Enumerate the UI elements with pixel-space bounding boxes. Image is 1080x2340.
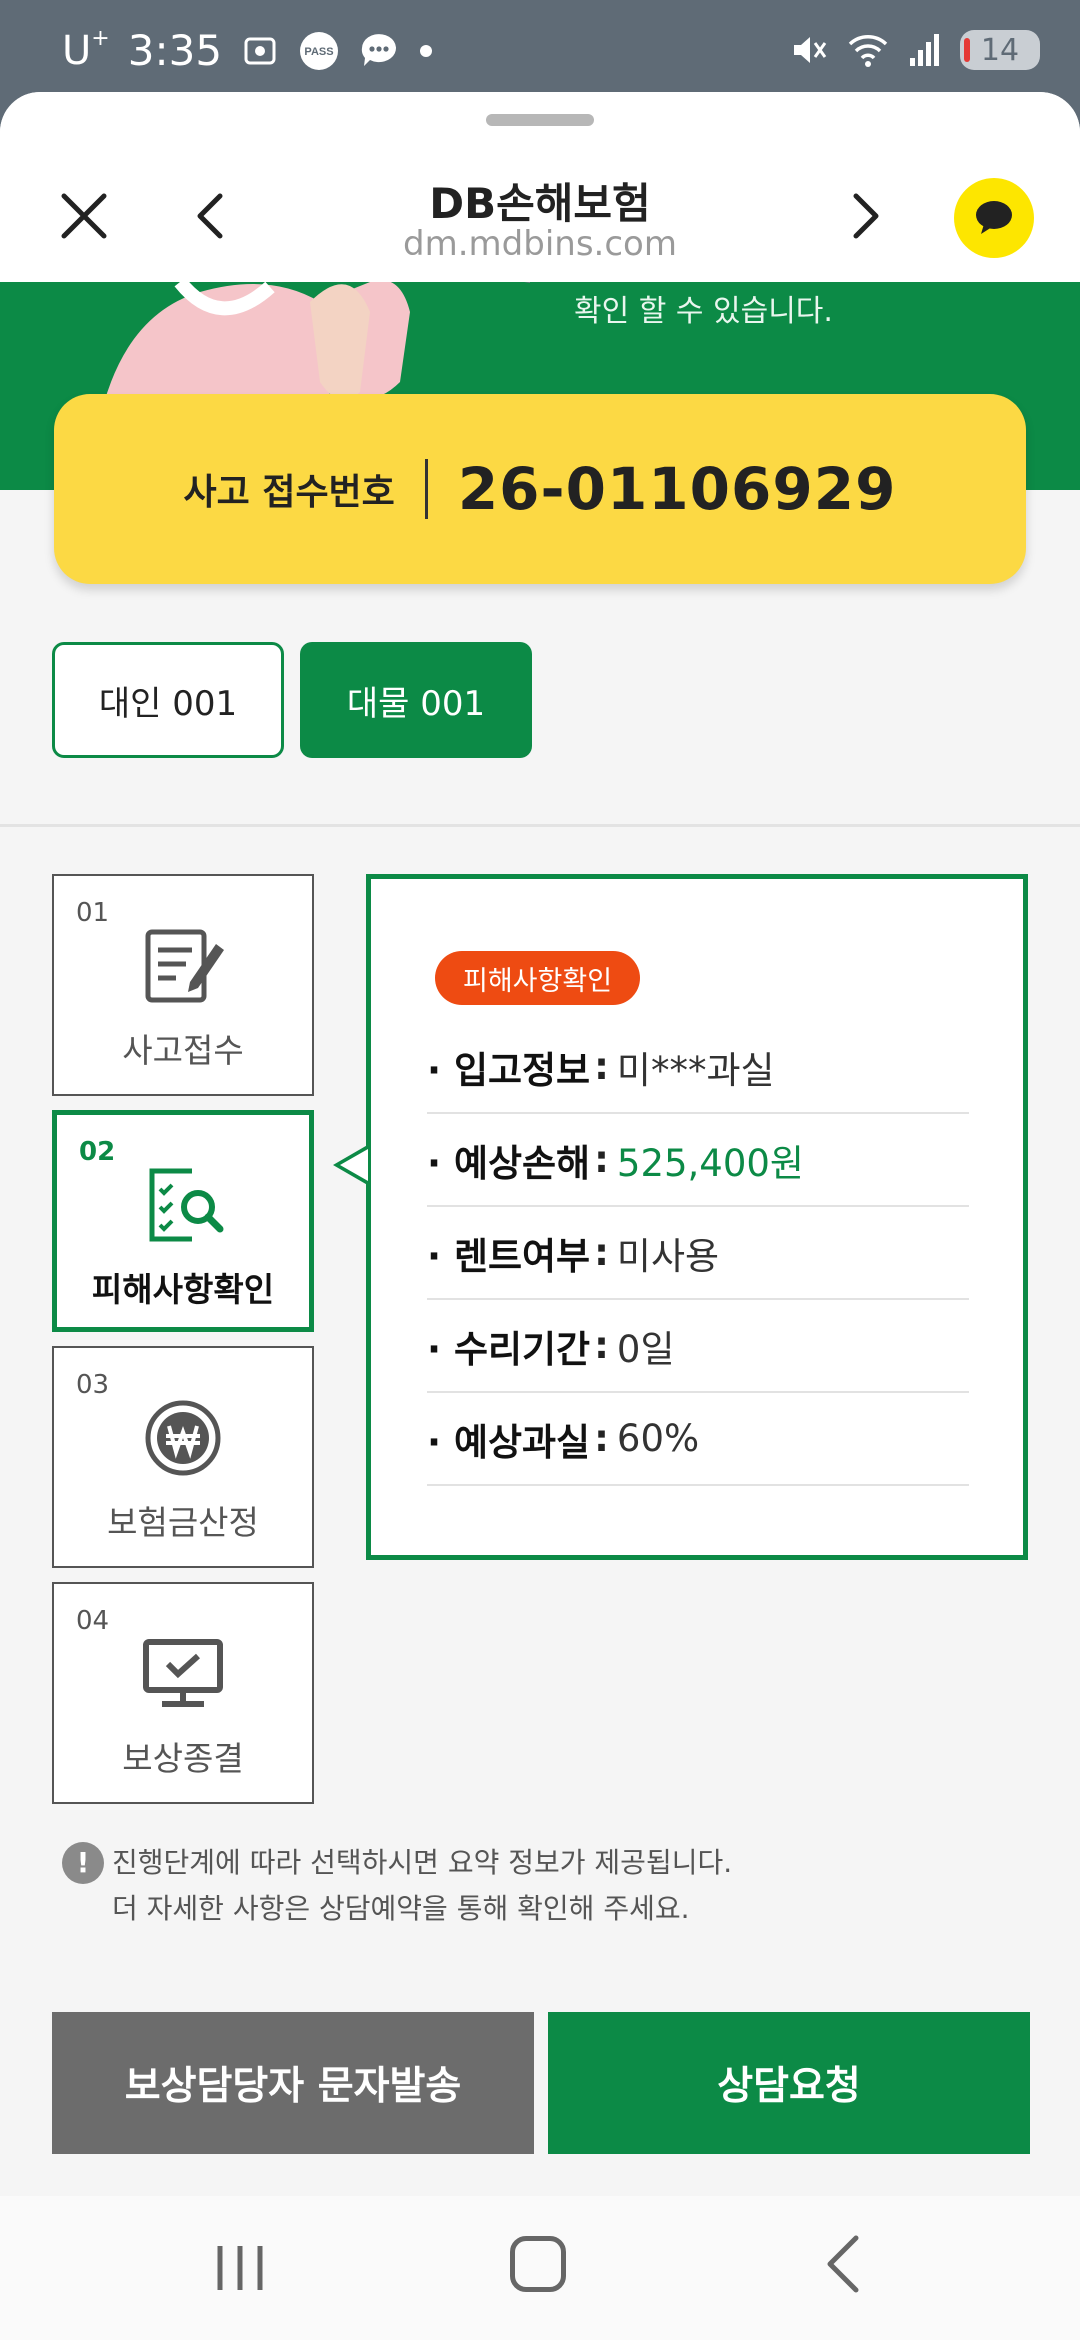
screenshot-icon	[240, 31, 280, 71]
pass-app-icon: PASS	[298, 30, 340, 72]
system-back-button[interactable]	[820, 2232, 868, 2300]
signal-icon	[908, 30, 942, 70]
home-button[interactable]	[510, 2236, 566, 2292]
site-url[interactable]: dm.mdbins.com	[0, 224, 1080, 264]
mute-icon	[788, 30, 828, 70]
clock: 3:35	[127, 26, 223, 75]
panel-pointer	[333, 1143, 371, 1187]
section-divider	[0, 824, 1080, 827]
drag-handle[interactable]	[486, 114, 594, 126]
monitor-check-icon	[143, 1639, 223, 1707]
info-row-repair-period: · 수리기간:0일	[427, 1300, 969, 1393]
info-notice: ! 진행단계에 따라 선택하시면 요약 정보가 제공됩니다. 더 자세한 사항은…	[62, 1840, 1022, 1932]
banner-text: 확인 할 수 있습니다.	[574, 294, 833, 329]
step-number: 04	[76, 1606, 110, 1636]
forward-button[interactable]	[842, 188, 890, 244]
consult-request-button[interactable]: 상담요청	[548, 2012, 1030, 2154]
info-row-rental: · 렌트여부: 미사용	[427, 1207, 969, 1300]
svg-text:PASS: PASS	[304, 46, 333, 58]
info-row-estimated-fault: · 예상과실:60%	[427, 1393, 969, 1486]
notice-line-2: 더 자세한 사항은 상담예약을 통해 확인해 주세요.	[112, 1892, 690, 1925]
system-nav-bar	[0, 2196, 1080, 2340]
step-accident-report[interactable]: 01 사고접수	[52, 874, 314, 1096]
kakaotalk-button[interactable]	[954, 178, 1034, 258]
won-coin-icon	[145, 1400, 221, 1476]
status-badge: 피해사항확인	[435, 951, 641, 1005]
carrier: U+	[62, 25, 110, 74]
battery-indicator: 14	[960, 30, 1040, 70]
send-sms-button[interactable]: 보상담당자 문자발송	[52, 2012, 534, 2154]
recent-apps-icon	[217, 2246, 263, 2290]
info-row-storage: · 입고정보: 미***과실	[427, 1021, 969, 1114]
step-label: 사고접수	[122, 1031, 244, 1070]
accident-number-label: 사고 접수번호	[183, 472, 395, 513]
tab-property-damage[interactable]: 대물 001	[300, 642, 532, 758]
step-compensation-close[interactable]: 04 보상종결	[52, 1582, 314, 1804]
notice-line-1: 진행단계에 따라 선택하시면 요약 정보가 제공됩니다.	[112, 1846, 733, 1879]
wifi-icon	[846, 30, 890, 70]
kakao-chat-icon	[976, 201, 1012, 234]
browser-sheet: DB손해보험 dm.mdbins.com 확인 할 수 있습니다. 사고 접수번…	[0, 92, 1080, 2340]
chat-bubble-icon	[358, 30, 400, 72]
step-damage-check[interactable]: 02 피해사항확인	[52, 1110, 314, 1332]
step-label: 피해사항확인	[91, 1270, 275, 1309]
chevron-right-icon	[853, 193, 879, 239]
step-label: 보험금산정	[107, 1503, 259, 1542]
document-edit-icon	[145, 929, 224, 1003]
info-row-estimated-damage: · 예상손해:525,400원	[427, 1114, 969, 1207]
accident-number-divider	[424, 459, 428, 519]
document-search-icon	[149, 1168, 224, 1242]
step-claim-calculation[interactable]: 03 보험금산정	[52, 1346, 314, 1568]
step-number: 02	[79, 1137, 116, 1167]
damage-info-panel: 피해사항확인 · 입고정보: 미***과실 · 예상손해:525,400원 · 렌…	[333, 874, 1028, 1560]
step-number: 01	[76, 898, 110, 928]
accident-number-card: 사고 접수번호 26-01106929	[54, 394, 1026, 584]
site-title: DB손해보험	[429, 179, 651, 228]
accident-number: 26-01106929	[457, 455, 897, 523]
tab-personal-injury[interactable]: 대인 001	[52, 642, 284, 758]
step-label: 보상종결	[122, 1739, 244, 1778]
notification-dot-icon	[418, 43, 434, 59]
step-number: 03	[76, 1370, 110, 1400]
back-icon	[827, 2235, 859, 2293]
recent-apps-button[interactable]	[212, 2240, 268, 2300]
status-bar: U+ 3:35 PASS 14	[0, 0, 1080, 100]
exclamation-icon: !	[62, 1842, 104, 1884]
